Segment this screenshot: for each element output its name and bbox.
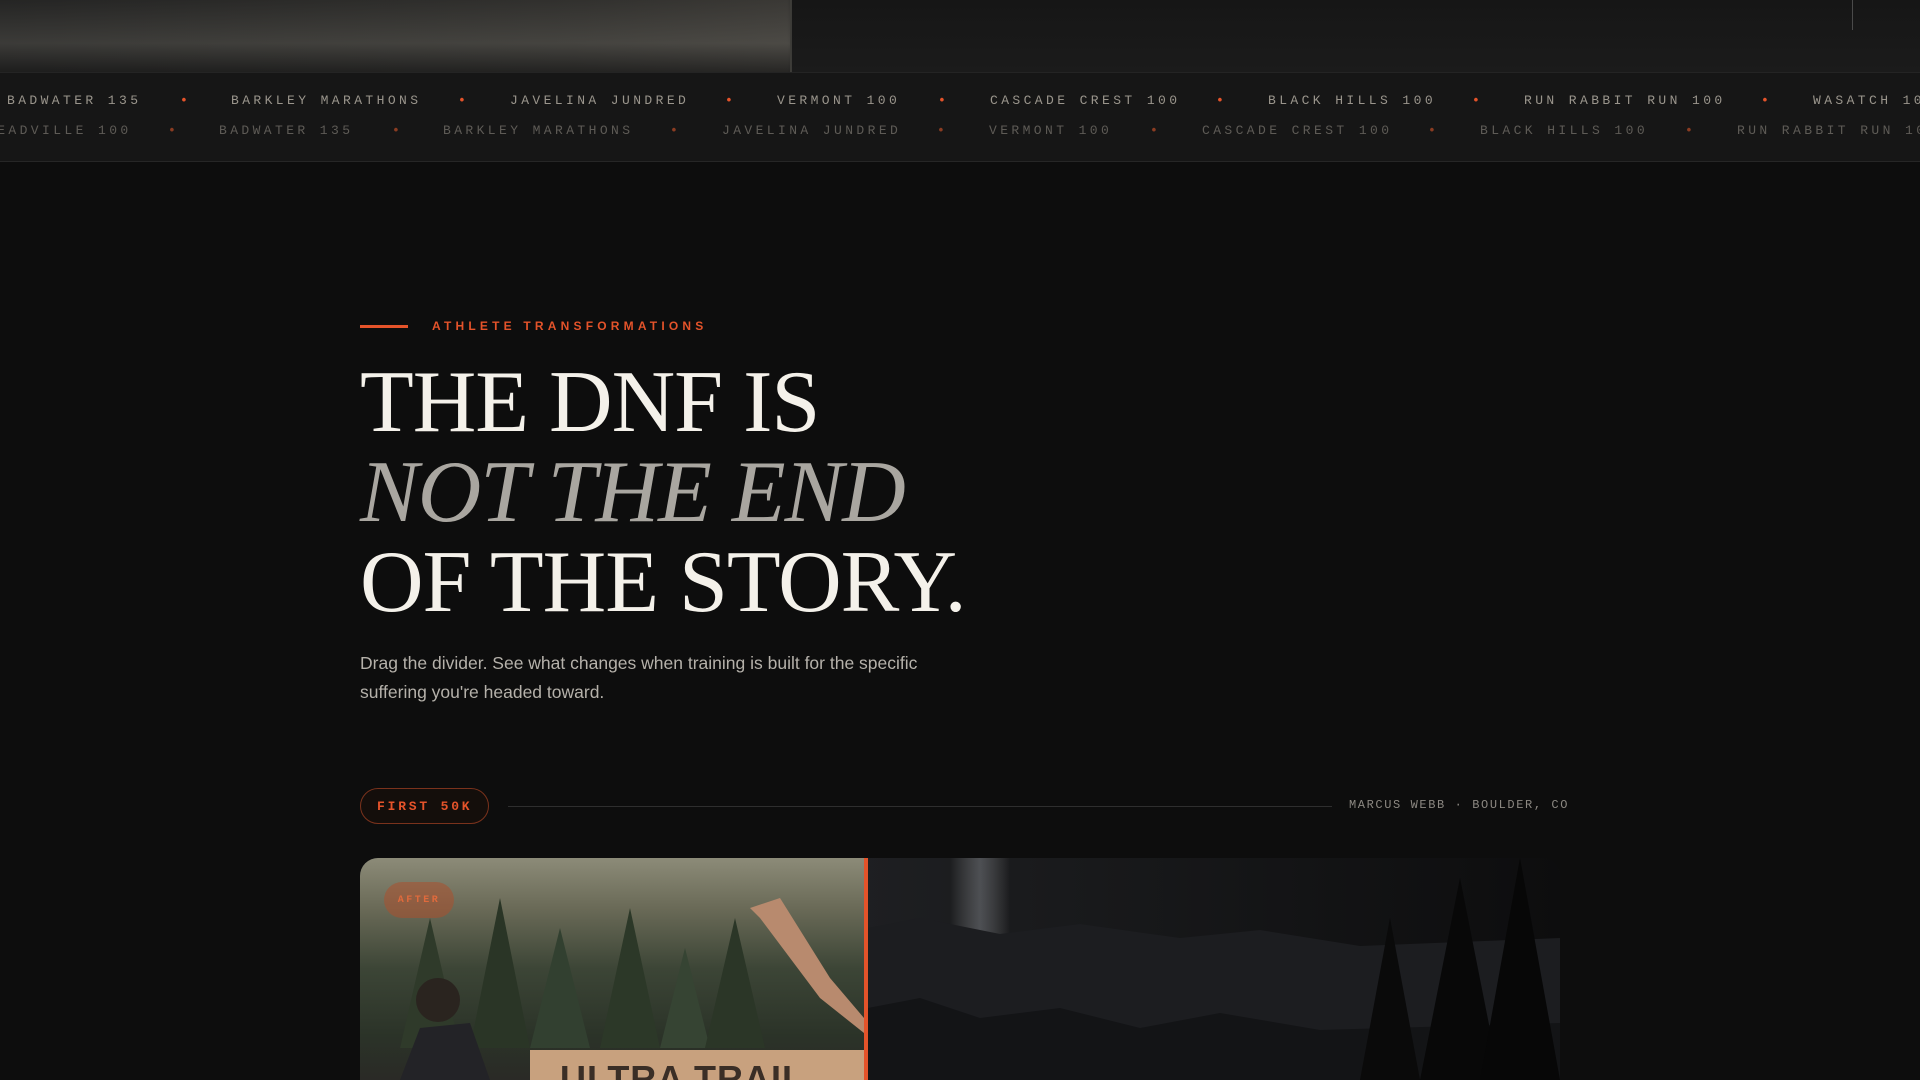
marquee-separator: • [392,123,404,138]
marquee-item: BARKLEY MARATHONS [443,123,634,138]
headline-line-2: NOT THE END [360,444,906,541]
marquee-separator: • [725,93,737,108]
marquee-separator: • [1685,123,1697,138]
marquee-separator: • [168,123,180,138]
marquee-separator: • [458,93,470,108]
marquee-item: VERMONT 100 [989,123,1113,138]
story-category-chip[interactable]: FIRST 50K [360,788,490,824]
headline-line-1: THE DNF IS [360,354,820,451]
intro-subcopy: Drag the divider. See what changes when … [360,653,918,702]
race-marquee: BADWATER 135 • BARKLEY MARATHONS • JAVEL… [0,72,1920,162]
marquee-item: CASCADE CREST 100 [990,93,1181,108]
marquee-separator: • [938,93,950,108]
marquee-item: BLACK HILLS 100 [1268,93,1437,108]
after-image: ULTRA TRAIL AFTER [360,858,864,1080]
marquee-item: RUN RABBIT RUN 100 [1737,123,1920,138]
marquee-item: JAVELINA JUNDRED [510,93,690,108]
hero-image-right [792,0,1920,72]
section-eyebrow: ATHLETE TRANSFORMATIONS [360,319,707,333]
comparison-divider-handle[interactable] [864,858,868,1080]
marquee-separator: • [1472,93,1484,108]
marquee-item: JAVELINA JUNDRED [722,123,902,138]
page-headline: THE DNF IS NOT THE END OF THE STORY. [360,354,967,631]
marquee-separator: • [1428,123,1440,138]
marquee-item: CASCADE CREST 100 [1202,123,1393,138]
marquee-item: LEADVILLE 100 [0,123,132,138]
marquee-item: RUN RABBIT RUN 100 [1524,93,1726,108]
eyebrow-rule [360,324,408,328]
marquee-separator: • [937,123,949,138]
meta-divider-line [508,806,1332,807]
marquee-item: BADWATER 135 [219,123,354,138]
headline-line-3: OF THE STORY. [360,534,967,631]
marquee-item: BADWATER 135 [7,93,142,108]
marquee-item: BARKLEY MARATHONS [231,93,422,108]
marquee-separator: • [1150,123,1162,138]
marquee-separator: • [1216,93,1228,108]
after-label-badge: AFTER [384,882,454,918]
marquee-separator: • [1761,93,1773,108]
marquee-item: WASATCH 100 [1813,93,1920,108]
hero-image-strip [0,0,1920,72]
eyebrow-label: ATHLETE TRANSFORMATIONS [432,319,708,333]
finish-banner-text: ULTRA TRAIL [560,1058,805,1080]
before-after-slider[interactable]: ULTRA TRAIL AFTER [360,858,1560,1080]
athlete-byline: MARCUS WEBB · BOULDER, CO [1349,798,1570,812]
hero-image-left [0,0,790,72]
marquee-item: BLACK HILLS 100 [1480,123,1649,138]
hero-divider-tick [1852,0,1853,30]
marquee-separator: • [670,123,682,138]
marquee-separator: • [180,93,192,108]
marquee-item: VERMONT 100 [777,93,901,108]
